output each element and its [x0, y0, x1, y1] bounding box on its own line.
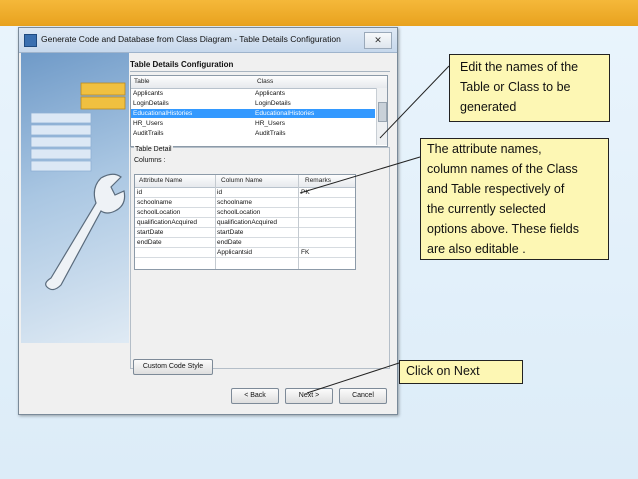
callout-line: generated — [460, 100, 517, 114]
callout-line: Click on Next — [406, 364, 480, 378]
connector-line-2 — [299, 156, 421, 194]
callout-line: options above. These fields — [427, 222, 579, 236]
callout-click-next: Click on Next — [399, 360, 523, 384]
callout-line: the currently selected — [427, 202, 546, 216]
callout-edit-names: Edit the names of the Table or Class to … — [449, 54, 610, 122]
callout-attribute-names: The attribute names, column names of the… — [420, 138, 609, 260]
callout-line: column names of the Class — [427, 162, 578, 176]
connector-line-1 — [379, 65, 450, 139]
callout-line: The attribute names, — [427, 142, 542, 156]
callout-line: and Table respectively of — [427, 182, 565, 196]
connector-line-3 — [306, 362, 400, 394]
callout-line: Table or Class to be — [460, 80, 571, 94]
callout-line: are also editable . — [427, 242, 526, 256]
callout-line: Edit the names of the — [460, 60, 579, 74]
